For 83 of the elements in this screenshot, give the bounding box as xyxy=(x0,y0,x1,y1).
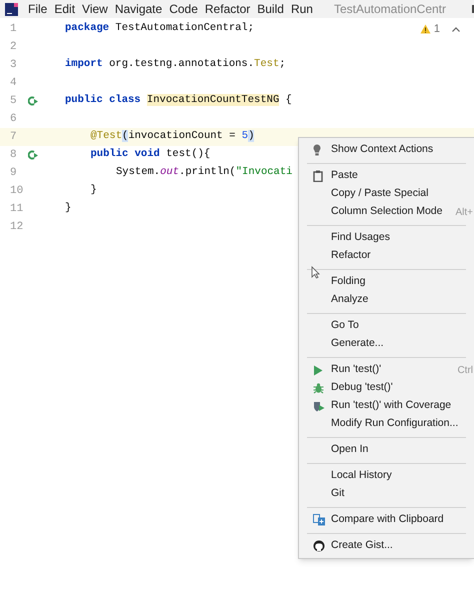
menu-item[interactable]: Copy / Paste Special xyxy=(299,185,474,203)
menu-item-label: Compare with Clipboard xyxy=(331,512,444,528)
menu-item[interactable]: Navigate xyxy=(114,0,162,18)
line-number: 1 xyxy=(9,22,18,37)
code-line: } xyxy=(65,202,72,214)
menu-item[interactable]: Open In xyxy=(299,441,474,459)
menu-item[interactable]: Generate... xyxy=(299,335,474,353)
shortcut-text: Ctrl xyxy=(456,364,473,378)
menu-item-label: Analyze xyxy=(331,292,368,308)
line-number: 6 xyxy=(9,112,18,127)
menu-item[interactable]: Go To xyxy=(299,317,474,335)
bulb-icon xyxy=(313,144,321,156)
window-title: TestAutomationCentr xyxy=(334,1,446,18)
compare-files-icon xyxy=(313,514,326,526)
line-number: 4 xyxy=(9,76,18,91)
run-gutter-icon[interactable] xyxy=(28,150,39,160)
menu-item-label: Folding xyxy=(331,274,366,290)
bug-icon xyxy=(313,382,324,394)
run-gutter-icon[interactable] xyxy=(28,96,39,106)
code-line: public void test(){ xyxy=(90,148,210,160)
menu-item-label: Debug 'test()' xyxy=(331,380,393,396)
line-number: 10 xyxy=(9,184,24,199)
code-line: import org.testng.annotations.Test; xyxy=(65,58,286,70)
code-line: package TestAutomationCentral; xyxy=(65,22,254,34)
menu-item[interactable]: Edit xyxy=(54,0,76,18)
line-number: 12 xyxy=(9,220,24,235)
chevron-up-icon[interactable] xyxy=(452,26,460,32)
shortcut-text: Alt+ xyxy=(454,206,473,220)
menu-item-label: Go To xyxy=(331,318,359,334)
menu-item[interactable]: Modify Run Configuration... xyxy=(299,415,474,433)
menu-item[interactable]: Run 'test()' with Coverage xyxy=(299,397,474,415)
menu-item[interactable]: Paste xyxy=(299,167,474,185)
menu-item[interactable]: Analyze xyxy=(299,291,474,309)
menu-item[interactable]: Compare with Clipboard xyxy=(299,511,474,529)
code-line: @Test(invocationCount = 5) xyxy=(90,130,254,142)
app-logo-icon[interactable] xyxy=(5,2,18,16)
menu-item[interactable]: Git xyxy=(299,485,474,503)
menu-item[interactable]: File xyxy=(28,0,48,18)
line-number: 7 xyxy=(9,130,18,145)
menu-item-label: Modify Run Configuration... xyxy=(331,416,458,432)
menu-item-label: Column Selection Mode xyxy=(331,204,442,220)
line-number: 8 xyxy=(9,148,18,163)
menu-item[interactable]: Local History xyxy=(299,467,474,485)
menu-item[interactable]: Debug 'test()' xyxy=(299,379,474,397)
line-number: 2 xyxy=(9,40,18,55)
menu-item[interactable]: Refactor xyxy=(299,247,474,265)
menu-item-label: Refactor xyxy=(331,248,371,264)
warning-count: 1 xyxy=(434,22,440,37)
code-line: System.out.println("Invocati xyxy=(116,166,292,178)
line-number: 3 xyxy=(9,58,18,73)
line-number: 11 xyxy=(9,202,24,217)
play-icon xyxy=(313,364,323,376)
menu-item-label: Create Gist... xyxy=(331,538,393,554)
menu-item-label: Show Context Actions xyxy=(331,142,434,158)
menu-item[interactable]: Find Usages xyxy=(299,229,474,247)
menu-item-label: Open In xyxy=(331,442,368,458)
menu-item[interactable]: Run xyxy=(290,0,313,18)
menu-item[interactable]: Column Selection Mode Alt+ xyxy=(299,203,474,221)
code-line: } xyxy=(90,184,97,196)
line-number: 9 xyxy=(9,166,18,181)
clipboard-icon xyxy=(313,170,323,182)
menu-item[interactable]: Refactor xyxy=(204,0,250,18)
menu-item-label: Run 'test()' with Coverage xyxy=(331,398,452,414)
menu-item[interactable]: Folding xyxy=(299,273,474,291)
menu-item[interactable]: Build xyxy=(257,0,284,18)
menu-item[interactable]: Run 'test()' Ctrl xyxy=(299,361,474,379)
menu-item-label: Paste xyxy=(331,168,358,184)
shield-play-icon xyxy=(313,400,325,412)
github-icon xyxy=(313,540,325,552)
line-number: 5 xyxy=(9,94,18,109)
menu-item[interactable]: View xyxy=(82,0,108,18)
menu-item-label: Run 'test()' xyxy=(331,362,382,378)
menu-item-label: Local History xyxy=(331,468,392,484)
menu-item-label: Copy / Paste Special xyxy=(331,186,428,202)
menu-item[interactable]: Code xyxy=(169,0,198,18)
warning-icon[interactable] xyxy=(420,24,431,34)
menu-item[interactable]: Show Context Actions xyxy=(299,141,474,159)
menu-item-label: Find Usages xyxy=(331,230,390,246)
menu-item-label: Git xyxy=(331,486,344,502)
cursor-icon xyxy=(311,266,320,279)
menu-item-label: Generate... xyxy=(331,336,384,352)
code-line: public class InvocationCountTestNG { xyxy=(65,94,292,106)
menu-item[interactable]: Create Gist... xyxy=(299,537,474,555)
